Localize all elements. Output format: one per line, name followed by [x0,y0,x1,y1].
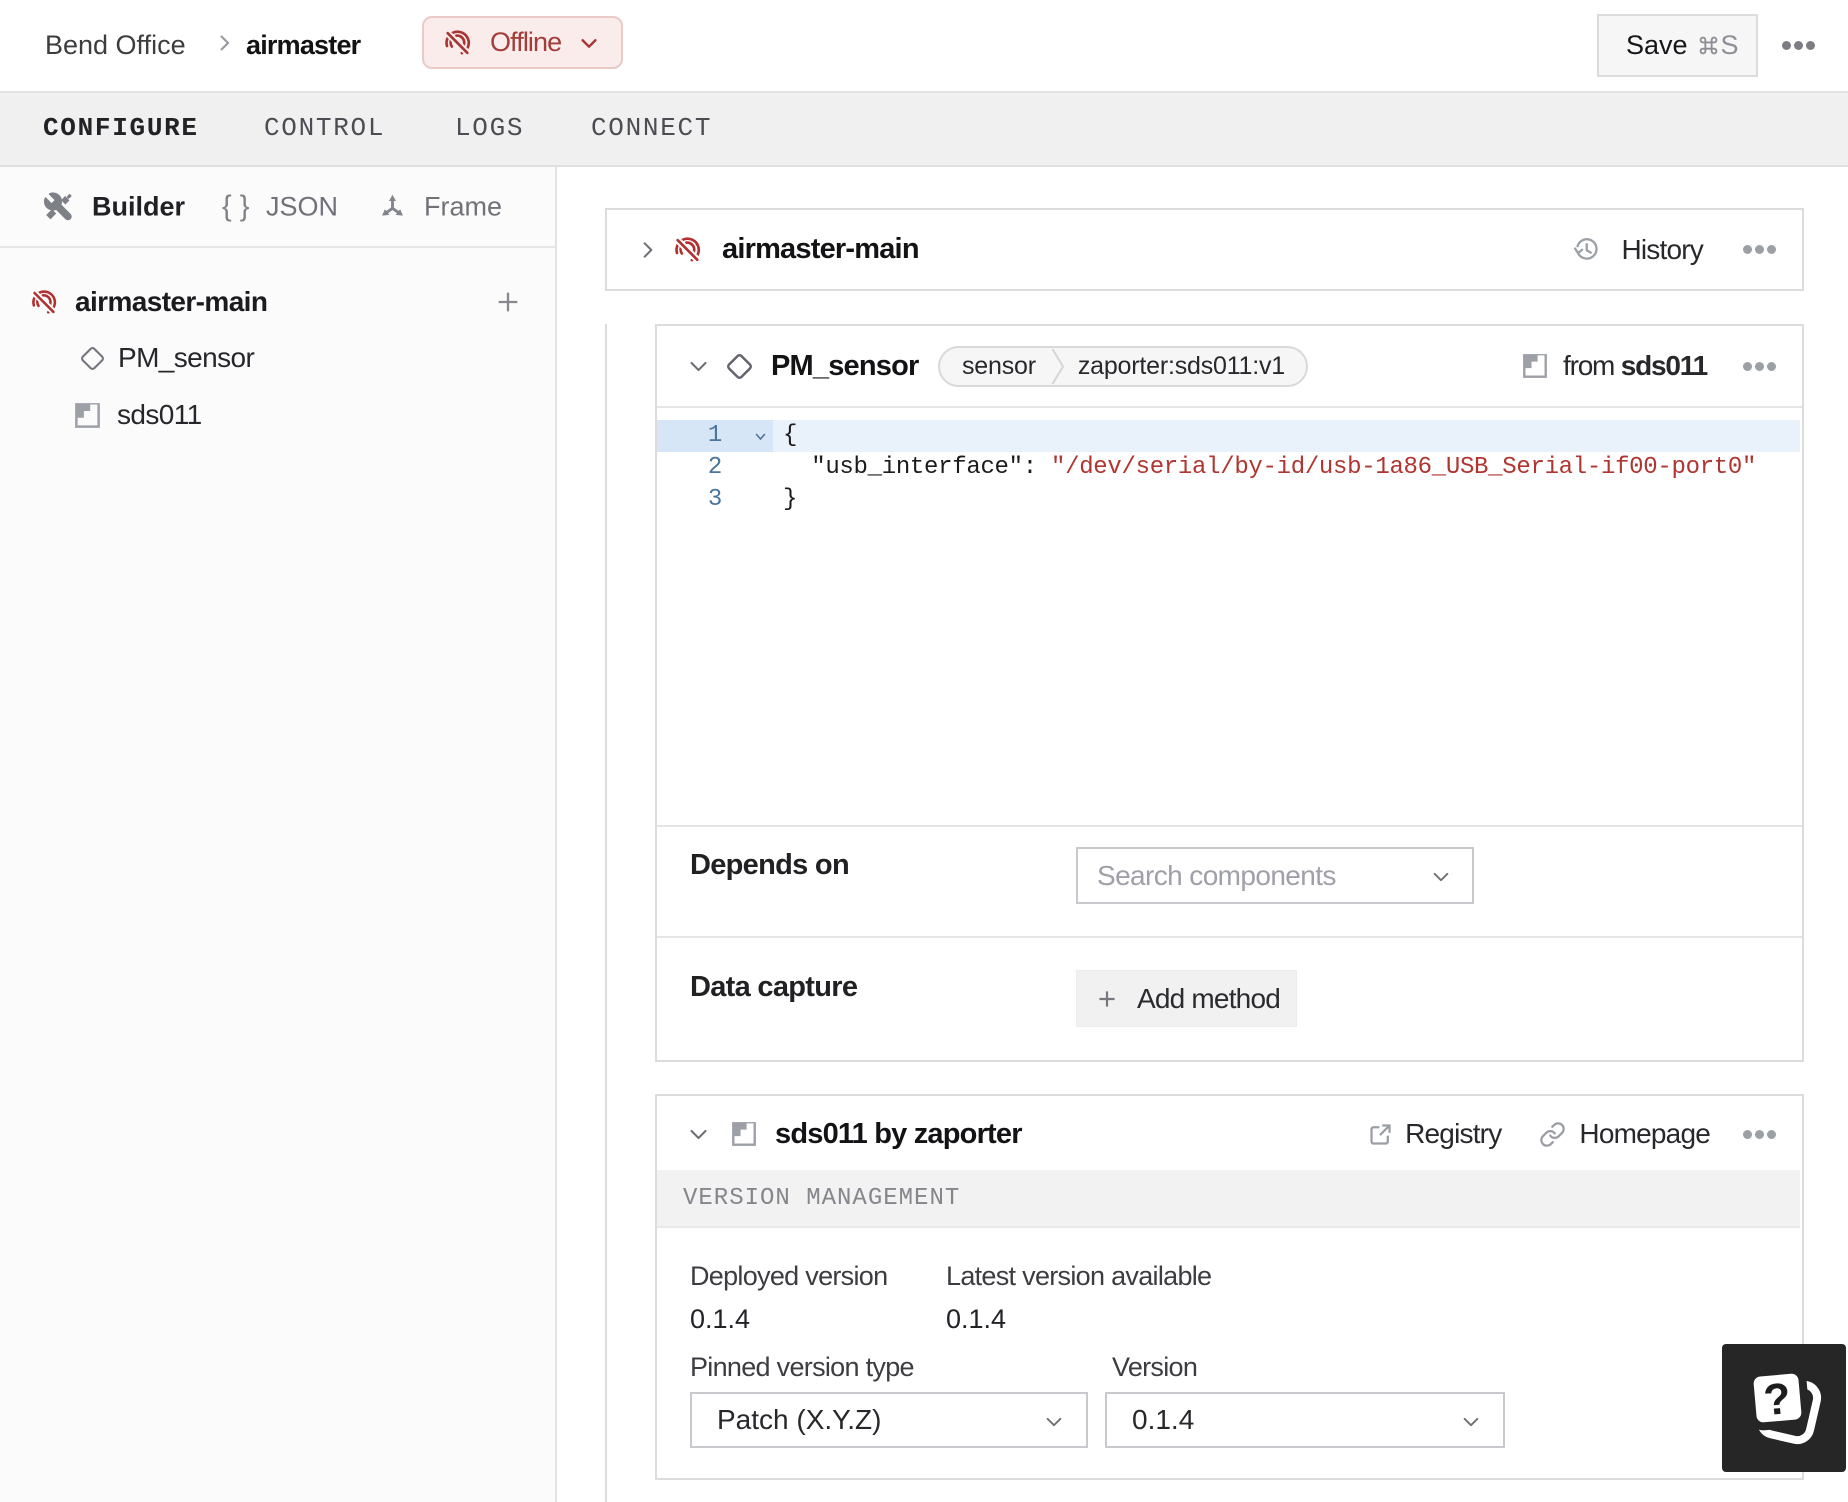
svg-text:?: ? [1762,1374,1793,1425]
